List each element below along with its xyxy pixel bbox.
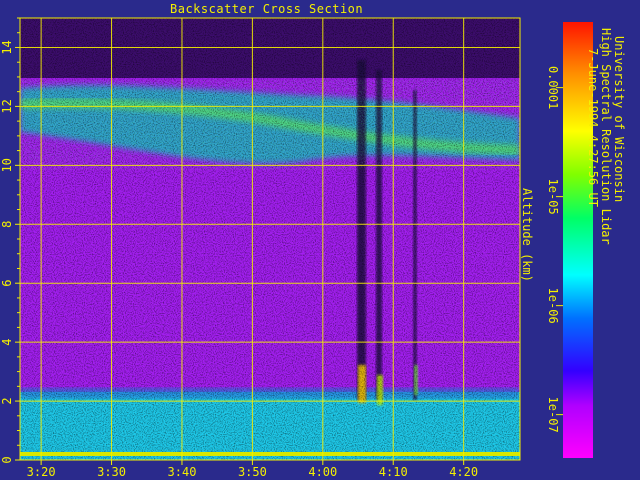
source-line-2: High Spectral Resolution Lidar (599, 28, 613, 245)
colorbar-tick-label: 1e-07 (546, 397, 560, 433)
colorbar-tick-label: 0.0001 (546, 66, 560, 109)
chart-root: 3:20 3:30 3:40 3:50 4:00 4:10 4:20 0 2 4 6 8 10 12 14… (0, 17, 593, 479)
y-tick-label: 8 (0, 221, 14, 228)
y-tick-label: 4 (0, 339, 14, 346)
speckle-noise-cloud (20, 80, 520, 170)
source-line-3: 7-June-1994 4:27:56 UT (586, 48, 600, 207)
source-line-1: University of Wisconsin (612, 36, 626, 203)
x-tick-label: 3:30 (97, 465, 126, 479)
x-tick-label: 3:20 (27, 465, 56, 479)
chart-title: Backscatter Cross Section (170, 2, 364, 16)
colorbar-tick-label: 1e-05 (546, 179, 560, 215)
heatmap-plot-area (20, 18, 520, 460)
x-tick-label: 3:50 (238, 465, 267, 479)
x-tick-label: 4:10 (379, 465, 408, 479)
y-tick-label: 10 (0, 158, 14, 172)
colorbar-tick-label: 1e-06 (546, 288, 560, 324)
y-axis-label: Altitude (km) (520, 188, 534, 282)
y-tick-label: 0 (0, 456, 14, 463)
colorbar-ticks: 1e-07 1e-06 1e-05 0.0001 (546, 66, 563, 433)
y-tick-label: 14 (0, 40, 14, 54)
ground-return-line (20, 452, 520, 456)
y-axis: 0 2 4 6 8 10 12 14 (0, 17, 20, 464)
x-tick-label: 3:40 (168, 465, 197, 479)
y-tick-label: 2 (0, 397, 14, 404)
y-tick-label: 6 (0, 280, 14, 287)
x-tick-label: 4:20 (449, 465, 478, 479)
x-tick-label: 4:00 (308, 465, 337, 479)
y-tick-label: 12 (0, 99, 14, 113)
x-axis: 3:20 3:30 3:40 3:50 4:00 4:10 4:20 (27, 460, 478, 479)
